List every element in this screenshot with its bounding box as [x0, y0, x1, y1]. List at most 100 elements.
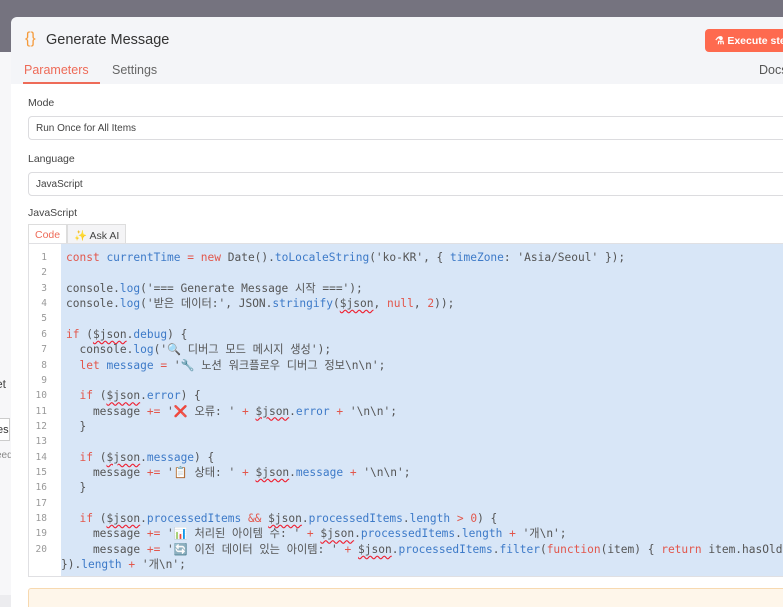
code-token: debug	[133, 327, 168, 341]
code-token: $json	[106, 389, 141, 403]
line-number: 1	[41, 252, 47, 263]
code-token: }	[66, 419, 87, 433]
code-token: log	[119, 281, 141, 295]
code-token: +	[509, 527, 516, 541]
line-number: 4	[41, 298, 47, 310]
code-token: +	[306, 527, 314, 541]
code-token: '🔄 이전 데이터 있는 아이템: '	[160, 542, 345, 556]
code-token: timeZone	[450, 251, 504, 264]
line-number: 16	[35, 482, 47, 494]
code-line: 3 console.log('=== Generate Message 시작 ==…	[29, 281, 783, 296]
sparkle-icon: ✨	[74, 230, 88, 242]
code-token: (	[92, 512, 107, 526]
code-token: function	[546, 542, 601, 556]
code-token: +	[349, 466, 357, 480]
code-token: stringify	[272, 297, 334, 311]
tab-ask-ai[interactable]: ✨ Ask AI	[67, 224, 127, 244]
code-token: console.	[66, 281, 120, 295]
javascript-label: JavaScript	[28, 207, 78, 219]
code-token: +	[241, 466, 249, 480]
line-number: 18	[35, 513, 47, 525]
flask-icon: ⚗	[715, 35, 725, 47]
code-token: .	[402, 512, 410, 526]
line-number: 7	[41, 344, 47, 356]
code-token: length	[81, 558, 122, 572]
execute-step-button[interactable]: ⚗ Execute step	[705, 29, 783, 52]
line-number: 12	[35, 420, 47, 432]
tab-settings[interactable]: Settings	[112, 63, 157, 77]
code-line: 2	[29, 265, 783, 280]
code-token: message	[295, 466, 344, 480]
code-token: .	[140, 450, 147, 464]
code-token: '📊 처리된 아이템 수: '	[160, 527, 307, 541]
code-line: 1 const currentTime = new Date().toLocale…	[29, 250, 783, 265]
code-text: const currentTime = new Date().toLocaleS…	[66, 250, 625, 265]
code-line: 20 message += '🔄 이전 데이터 있는 아이템: ' + $jso…	[29, 542, 783, 557]
code-token: if	[79, 512, 93, 526]
code-token: .	[455, 527, 462, 541]
code-token: $json	[255, 466, 290, 480]
code-token: message	[66, 404, 147, 418]
code-token: .	[289, 404, 296, 418]
language-select[interactable]: JavaScript⌄	[28, 172, 783, 196]
line-number: 14	[35, 451, 47, 463]
code-token: return	[661, 542, 702, 556]
code-token: (item) {	[600, 542, 662, 556]
code-line: 11 message += '❌ 오류: ' + $json.error + '…	[29, 404, 783, 419]
code-token: console.	[66, 297, 120, 311]
code-token: filter	[499, 542, 540, 556]
line-number: 5	[41, 313, 47, 325]
docs-link[interactable]: Docs	[759, 63, 783, 77]
code-line: 14 if ($json.message) {	[29, 450, 783, 465]
code-line: 19 message += '📊 처리된 아이템 수: ' + $json.pr…	[29, 526, 783, 541]
code-text: }	[66, 480, 86, 495]
code-token: '🔧 노션 워크플로우 디버그 정보\n\n';	[167, 358, 386, 372]
code-text: console.log('🔍 디버그 모드 메시지 생성');	[66, 342, 331, 357]
code-token: +	[241, 404, 249, 418]
code-text: if ($json.processedItems && $json.proces…	[66, 511, 497, 526]
mode-select[interactable]: Run Once for All Items⌄	[28, 116, 783, 140]
code-token: >	[456, 512, 464, 526]
code-token: ) {	[194, 450, 215, 464]
code-line: 18 if ($json.processedItems && $json.pro…	[29, 511, 783, 526]
tab-parameters[interactable]: Parameters	[23, 63, 100, 84]
code-editor[interactable]: 1 const currentTime = new Date().toLocale…	[28, 243, 783, 577]
code-token: +=	[146, 527, 161, 541]
code-text: message += '🔄 이전 데이터 있는 아이템: ' + $json.p…	[66, 542, 783, 557]
code-text: message += '📊 처리된 아이템 수: ' + $json.proce…	[66, 526, 567, 541]
code-token: .	[301, 512, 309, 526]
code-line: 8 let message = '🔧 노션 워크플로우 디버그 정보\n\n';	[29, 358, 783, 373]
code-token: log	[133, 343, 154, 357]
node-details-panel: {} Generate Message ⚗ Execute step Param…	[11, 17, 783, 607]
code-token: error	[146, 389, 181, 403]
code-token: ('받은 데이터:', JSON.	[140, 297, 273, 311]
code-line: 5	[29, 311, 783, 326]
parameters-content: Mode Run Once for All Items⌄ Language Ja…	[11, 84, 783, 607]
code-token: '❌ 오류: '	[160, 404, 242, 418]
notice-box	[28, 588, 783, 607]
code-token: $json	[358, 542, 392, 556]
code-token: ('🔍 디버그 모드 메시지 생성');	[153, 343, 332, 357]
node-title[interactable]: Generate Message	[46, 32, 169, 48]
tab-code[interactable]: Code	[28, 224, 68, 244]
code-token: const	[66, 251, 100, 264]
code-text: message += '❌ 오류: ' + $json.error + '\n\…	[66, 404, 397, 419]
code-line: 10 if ($json.error) {	[29, 388, 783, 403]
code-token: $json	[92, 327, 127, 341]
code-token: .	[140, 512, 147, 526]
code-line: 17	[29, 496, 783, 511]
background-node: es	[0, 418, 10, 441]
code-token: &&	[247, 512, 262, 526]
code-token: .	[354, 527, 361, 541]
code-token: ) {	[180, 389, 201, 403]
code-token: ) {	[167, 327, 188, 341]
code-text: }).length + '개\n';	[61, 557, 186, 572]
line-number: 2	[41, 267, 47, 279]
code-token: processedItems	[398, 542, 493, 556]
code-text: if ($json.error) {	[66, 388, 201, 403]
